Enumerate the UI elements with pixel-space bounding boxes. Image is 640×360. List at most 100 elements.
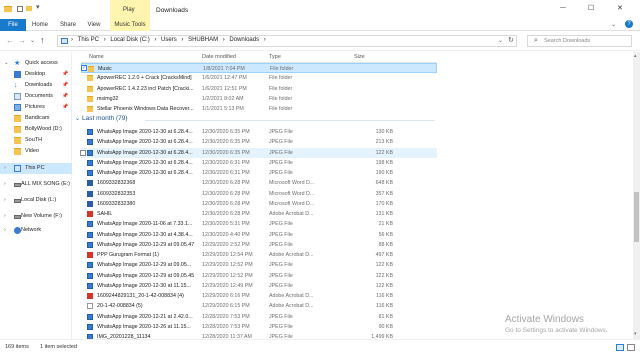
refresh-icon[interactable]: ↻ — [508, 36, 514, 44]
pin-icon: 📌 — [62, 82, 69, 88]
nav-south[interactable]: SouTH — [0, 135, 72, 146]
chevron-right-icon[interactable]: › — [4, 179, 6, 190]
nav-bandicam[interactable]: Bandicam — [0, 113, 72, 124]
file-row[interactable]: SAHIL 12/30/2020 6:28 PM Adobe Acrobat D..… — [81, 209, 437, 219]
chevron-right-icon[interactable]: › — [4, 225, 6, 236]
title-bar: ▾ Play Downloads — ☐ ✕ — [0, 0, 640, 31]
group-header[interactable]: ⌄ Last month (79) — [75, 115, 435, 125]
breadcrumb-user[interactable]: SHUBHAM — [188, 37, 218, 43]
forward-arrow-icon[interactable]: → — [18, 36, 26, 45]
file-row[interactable]: PPP Gurugram Format (1) 12/29/2020 12:54 … — [81, 250, 437, 260]
file-name: 1609332832380 — [97, 200, 136, 207]
file-name: 1609332832368 — [97, 180, 136, 187]
file-type: File folder — [269, 106, 293, 113]
tab-view[interactable]: View — [83, 19, 105, 31]
nav-bollywood[interactable]: BollyWood (D:) — [0, 124, 72, 135]
save-icon[interactable] — [17, 6, 23, 12]
quick-access-dropdown[interactable]: ▾ — [36, 3, 40, 11]
nav-new-volume[interactable]: › New Volume (F:) — [0, 211, 72, 222]
vertical-scrollbar[interactable]: ▴ ▾ — [633, 52, 640, 339]
minimize-button[interactable]: — — [560, 5, 566, 11]
file-size: 56 KB — [378, 231, 393, 238]
file-row[interactable]: WhatsApp Image 2020-12-29 at 09.05.45 12/… — [81, 271, 437, 281]
nav-all-mix-song[interactable]: › ALL MIX SONG (E:) — [0, 179, 72, 190]
chevron-down-icon[interactable]: ⌄ — [4, 58, 9, 69]
column-header-size[interactable]: Size — [354, 52, 365, 62]
up-arrow-icon[interactable]: ↑ — [40, 35, 45, 45]
file-row[interactable]: ApowerREC 1.2.0 + Crack [CracksMind] 1/6/… — [81, 73, 437, 83]
file-row[interactable]: WhatsApp Image 2020-12-30 at 6.28.4... 12… — [81, 158, 437, 168]
file-type: Microsoft Word D... — [269, 180, 315, 187]
breadcrumb-this-pc[interactable]: This PC — [78, 37, 99, 43]
window-title: Downloads — [156, 7, 189, 14]
recent-dropdown-icon[interactable]: ⌄ — [30, 37, 35, 44]
file-date: 12/30/2020 6:28 PM — [202, 211, 250, 217]
maximize-button[interactable]: ☐ — [588, 4, 594, 12]
folder-icon[interactable] — [26, 6, 32, 11]
breadcrumb-local-disk[interactable]: Local Disk (C:) — [110, 37, 149, 43]
close-button[interactable]: ✕ — [617, 4, 623, 12]
chevron-down-icon[interactable]: ⌄ — [75, 115, 80, 122]
details-view-icon[interactable] — [616, 344, 624, 351]
file-row[interactable]: WhatsApp Image 2020-12-30 at 11.15... 12/… — [81, 281, 437, 291]
chevron-right-icon[interactable]: › — [4, 163, 6, 174]
tab-file[interactable]: File — [0, 19, 26, 31]
breadcrumb-users[interactable]: Users — [161, 37, 177, 43]
address-box[interactable]: › This PC › Local Disk (C:) › Users › SH… — [57, 35, 517, 47]
tab-music-tools[interactable]: Music Tools — [110, 19, 150, 31]
file-row[interactable]: WhatsApp Image 2020-12-26 at 11.15... 12/… — [81, 322, 437, 332]
scroll-up-icon[interactable]: ▴ — [634, 53, 637, 59]
nav-documents[interactable]: Documents 📌 — [0, 91, 72, 102]
column-header-type[interactable]: Type — [269, 52, 281, 62]
file-date: 12/30/2020 6:35 PM — [202, 129, 250, 135]
file-row[interactable]: WhatsApp Image 2020-12-29 at 09.05.47 12/… — [81, 240, 437, 250]
nav-this-pc[interactable]: › This PC — [0, 163, 72, 174]
nav-desktop[interactable]: Desktop 📌 — [0, 69, 72, 80]
nav-quick-access[interactable]: ⌄ ★ Quick access — [0, 58, 72, 69]
tab-share[interactable]: Share — [56, 19, 80, 31]
help-icon[interactable]: ? — [625, 20, 633, 28]
file-row[interactable]: 1609332832353 12/30/2020 6:28 PM Microsoft… — [81, 189, 437, 199]
file-row[interactable]: WhatsApp Image 2020-11-06 at 7.33.1... 12… — [81, 219, 437, 229]
file-row[interactable]: WhatsApp Image 2020-12-29 at 09.05... 12/… — [81, 260, 437, 270]
nav-video[interactable]: Video — [0, 146, 72, 157]
row-checkbox[interactable] — [80, 149, 86, 156]
column-header-date[interactable]: Date modified — [202, 52, 236, 62]
file-row[interactable]: WhatsApp Image 2020-12-21 at 2.42.0... 12… — [81, 312, 437, 322]
file-type: JPEG File — [269, 241, 293, 248]
scroll-down-icon[interactable]: ▾ — [634, 331, 637, 337]
file-row[interactable]: WhatsApp Image 2020-12-30 at 6.28.4... 12… — [81, 127, 437, 137]
file-type: JPEG File — [269, 170, 293, 176]
column-header-name[interactable]: Name — [89, 52, 104, 62]
nav-network[interactable]: › Network — [0, 225, 72, 236]
file-row[interactable]: msimg32 1/2/2021 8:02 AM File folder — [81, 94, 437, 104]
file-row[interactable]: WhatsApp Image 2020-12-30 at 4.38.4... 12… — [81, 230, 437, 240]
address-dropdown-icon[interactable]: ⌄ — [498, 37, 503, 44]
file-row[interactable]: Music 1/8/2021 7:04 PM File folder ✓ — [81, 63, 437, 73]
file-row[interactable]: WhatsApp Image 2020-12-30 at 6.28.4... 12… — [81, 168, 437, 178]
tab-home[interactable]: Home — [28, 19, 52, 31]
file-row[interactable]: WhatsApp Image 2020-12-30 at 6.28.4... 12… — [81, 137, 437, 147]
nav-local-disk-l[interactable]: › Local Disk (L:) — [0, 195, 72, 206]
row-checkbox[interactable]: ✓ — [81, 65, 87, 71]
nav-downloads[interactable]: ↓ Downloads 📌 — [0, 80, 72, 91]
file-row[interactable]: Stellar Phoenix Windows Data Recover... 1… — [81, 104, 437, 114]
scrollbar-thumb[interactable] — [634, 192, 639, 242]
file-row[interactable]: 20-1-42-008834 (5) 12/29/2020 6:15 PM Adob… — [81, 301, 437, 311]
file-row[interactable]: 1609332832368 12/30/2020 6:28 PM Microsoft… — [81, 178, 437, 188]
jpeg-file-icon — [87, 170, 93, 176]
chevron-right-icon[interactable]: › — [4, 195, 6, 206]
chevron-right-icon[interactable]: › — [4, 211, 6, 222]
ribbon-expand-icon[interactable]: ⌄ — [611, 21, 616, 28]
folder-icon — [87, 95, 93, 102]
back-arrow-icon[interactable]: ← — [6, 36, 14, 45]
file-row[interactable]: WhatsApp Image 2020-12-30 at 6.28.4... 12… — [80, 147, 437, 158]
breadcrumb-separator: › — [222, 37, 225, 43]
breadcrumb-downloads[interactable]: Downloads — [229, 37, 259, 43]
file-row[interactable]: 1609244829131_20-1-42-008834 (4) 12/29/20… — [81, 291, 437, 301]
large-icons-view-icon[interactable] — [627, 344, 635, 351]
file-row[interactable]: 1609332832380 12/30/2020 6:28 PM Microsoft… — [81, 199, 437, 209]
search-input[interactable]: ⌕ Search Downloads — [527, 35, 632, 47]
nav-pictures[interactable]: Pictures 📌 — [0, 102, 72, 113]
file-row[interactable]: ApowerREC 1.4.2.23 incl Patch [Cracki...… — [81, 84, 437, 94]
